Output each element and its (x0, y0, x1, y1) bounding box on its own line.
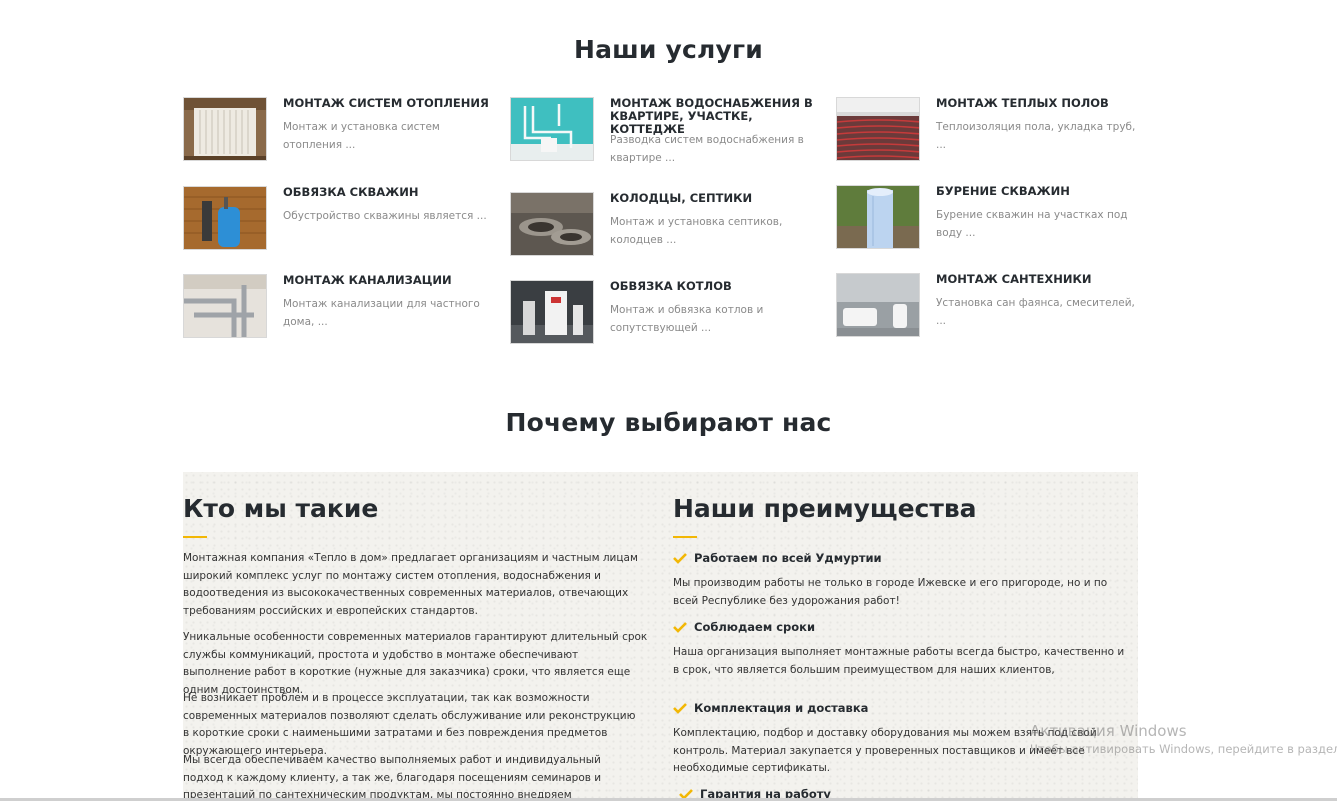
service-description: Теплоизоляция пола, укладка труб, ... (936, 121, 1136, 151)
service-title[interactable]: БУРЕНИЕ СКВАЖИН (936, 185, 1146, 198)
service-card[interactable]: МОНТАЖ КАНАЛИЗАЦИИ Монтаж канализации дл… (183, 274, 483, 344)
about-paragraph: Не возникает проблем и в процессе эксплу… (183, 692, 636, 757)
advantage-title-text: Работаем по всей Удмуртии (694, 551, 882, 565)
why-panel: Кто мы такие Монтажная компания «Тепло в… (183, 472, 1138, 801)
checkmark-icon (673, 621, 687, 633)
advantage-title: Работаем по всей Удмуртии (673, 551, 882, 565)
well-pipe-image[interactable] (836, 185, 920, 249)
about-paragraph: Уникальные особенности современных матер… (183, 631, 648, 696)
advantages-heading: Наши преимущества (673, 494, 977, 523)
advantages-underline (673, 536, 697, 538)
sewer-pipes-image[interactable] (183, 274, 267, 338)
advantage-title: Комплектация и доставка (673, 701, 868, 715)
service-card[interactable]: ОБВЯЗКА КОТЛОВ Монтаж и обвязка котлов и… (510, 280, 810, 350)
service-description: Монтаж и установка септиков, колодцев ..… (610, 216, 783, 246)
service-title[interactable]: ОБВЯЗКА КОТЛОВ (610, 280, 820, 293)
windows-activation-watermark-title: Активация Windows (1030, 722, 1187, 740)
advantage-title: Соблюдаем сроки (673, 620, 815, 634)
service-title[interactable]: КОЛОДЦЫ, СЕПТИКИ (610, 192, 820, 205)
service-title[interactable]: МОНТАЖ КАНАЛИЗАЦИИ (283, 274, 493, 287)
advantage-title-text: Соблюдаем сроки (694, 620, 816, 634)
bathroom-image[interactable] (836, 273, 920, 337)
services-title: Наши услуги (573, 35, 764, 64)
windows-activation-watermark-text: Чтобы активировать Windows, перейдите в … (1030, 742, 1337, 756)
checkmark-icon (673, 702, 687, 714)
service-description: Обустройство скважины является ... (283, 210, 487, 222)
service-description: Разводка систем водоснабжения в квартире… (610, 134, 804, 164)
service-title[interactable]: МОНТАЖ САНТЕХНИКИ (936, 273, 1146, 286)
about-paragraph: Мы всегда обеспечиваем качество выполняе… (183, 754, 602, 801)
concrete-rings-image[interactable] (510, 192, 594, 256)
water-pipes-image[interactable] (510, 97, 594, 161)
service-card[interactable]: МОНТАЖ СИСТЕМ ОТОПЛЕНИЯ Монтаж и установ… (183, 97, 489, 167)
service-title[interactable]: МОНТАЖ СИСТЕМ ОТОПЛЕНИЯ (283, 97, 493, 110)
service-description: Бурение скважин на участках под воду ... (936, 209, 1128, 239)
about-underline (183, 536, 207, 538)
service-description: Монтаж канализации для частного дома, ..… (283, 298, 480, 328)
about-paragraph: Монтажная компания «Тепло в дом» предлаг… (183, 552, 638, 617)
service-card[interactable]: МОНТАЖ ТЕПЛЫХ ПОЛОВ Теплоизоляция пола, … (836, 97, 1136, 167)
service-card[interactable]: МОНТАЖ САНТЕХНИКИ Установка сан фаянса, … (836, 273, 1136, 343)
well-tank-image[interactable] (183, 186, 267, 250)
about-heading: Кто мы такие (183, 494, 379, 523)
service-title[interactable]: МОНТАЖ ВОДОСНАБЖЕНИЯ В КВАРТИРЕ, УЧАСТКЕ… (610, 97, 820, 136)
advantage-title-text: Комплектация и доставка (694, 701, 869, 715)
boiler-room-image[interactable] (510, 280, 594, 344)
service-card[interactable]: ОБВЯЗКА СКВАЖИН Обустройство скважины яв… (183, 186, 487, 256)
service-description: Установка сан фаянса, смесителей, ... (936, 297, 1135, 327)
why-title: Почему выбирают нас (505, 408, 832, 437)
service-card[interactable]: КОЛОДЦЫ, СЕПТИКИ Монтаж и установка септ… (510, 192, 810, 262)
service-card[interactable]: МОНТАЖ ВОДОСНАБЖЕНИЯ В КВАРТИРЕ, УЧАСТКЕ… (510, 97, 813, 167)
radiator-image[interactable] (183, 97, 267, 161)
service-card[interactable]: БУРЕНИЕ СКВАЖИН Бурение скважин на участ… (836, 185, 1136, 255)
service-description: Монтаж и установка систем отопления ... (283, 121, 440, 151)
service-description: Монтаж и обвязка котлов и сопутствующей … (610, 304, 764, 334)
advantage-text: Наша организация выполняет монтажные раб… (673, 646, 1125, 676)
service-title[interactable]: МОНТАЖ ТЕПЛЫХ ПОЛОВ (936, 97, 1146, 110)
floor-heating-image[interactable] (836, 97, 920, 161)
advantage-text: Мы производим работы не только в городе … (673, 577, 1108, 607)
checkmark-icon (673, 552, 687, 564)
service-title[interactable]: ОБВЯЗКА СКВАЖИН (283, 186, 493, 199)
